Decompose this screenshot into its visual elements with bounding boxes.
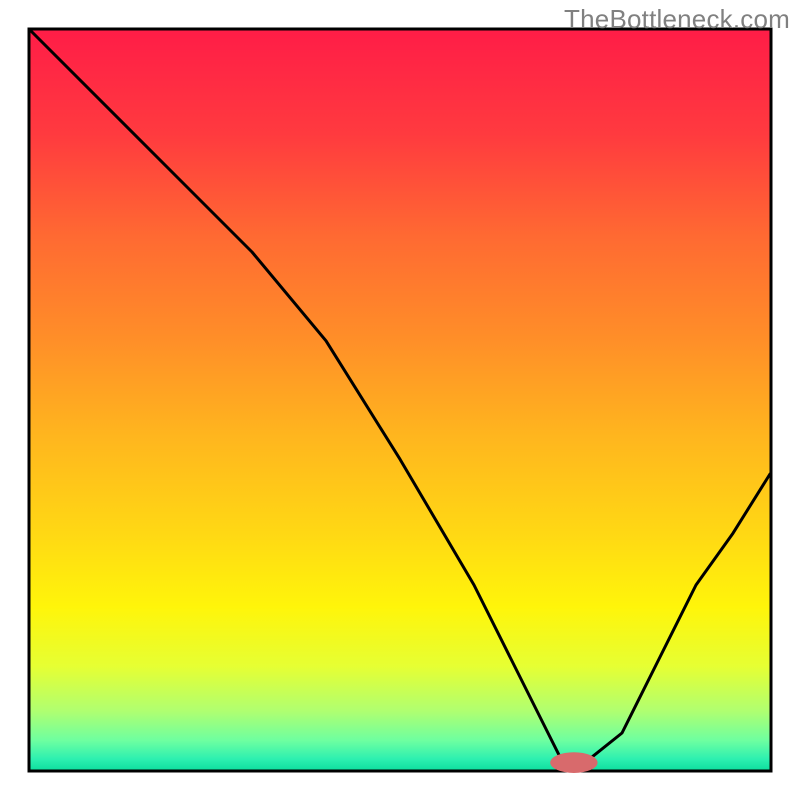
- watermark-text: TheBottleneck.com: [564, 4, 790, 35]
- optimal-marker: [550, 752, 597, 773]
- bottleneck-chart: [0, 0, 800, 800]
